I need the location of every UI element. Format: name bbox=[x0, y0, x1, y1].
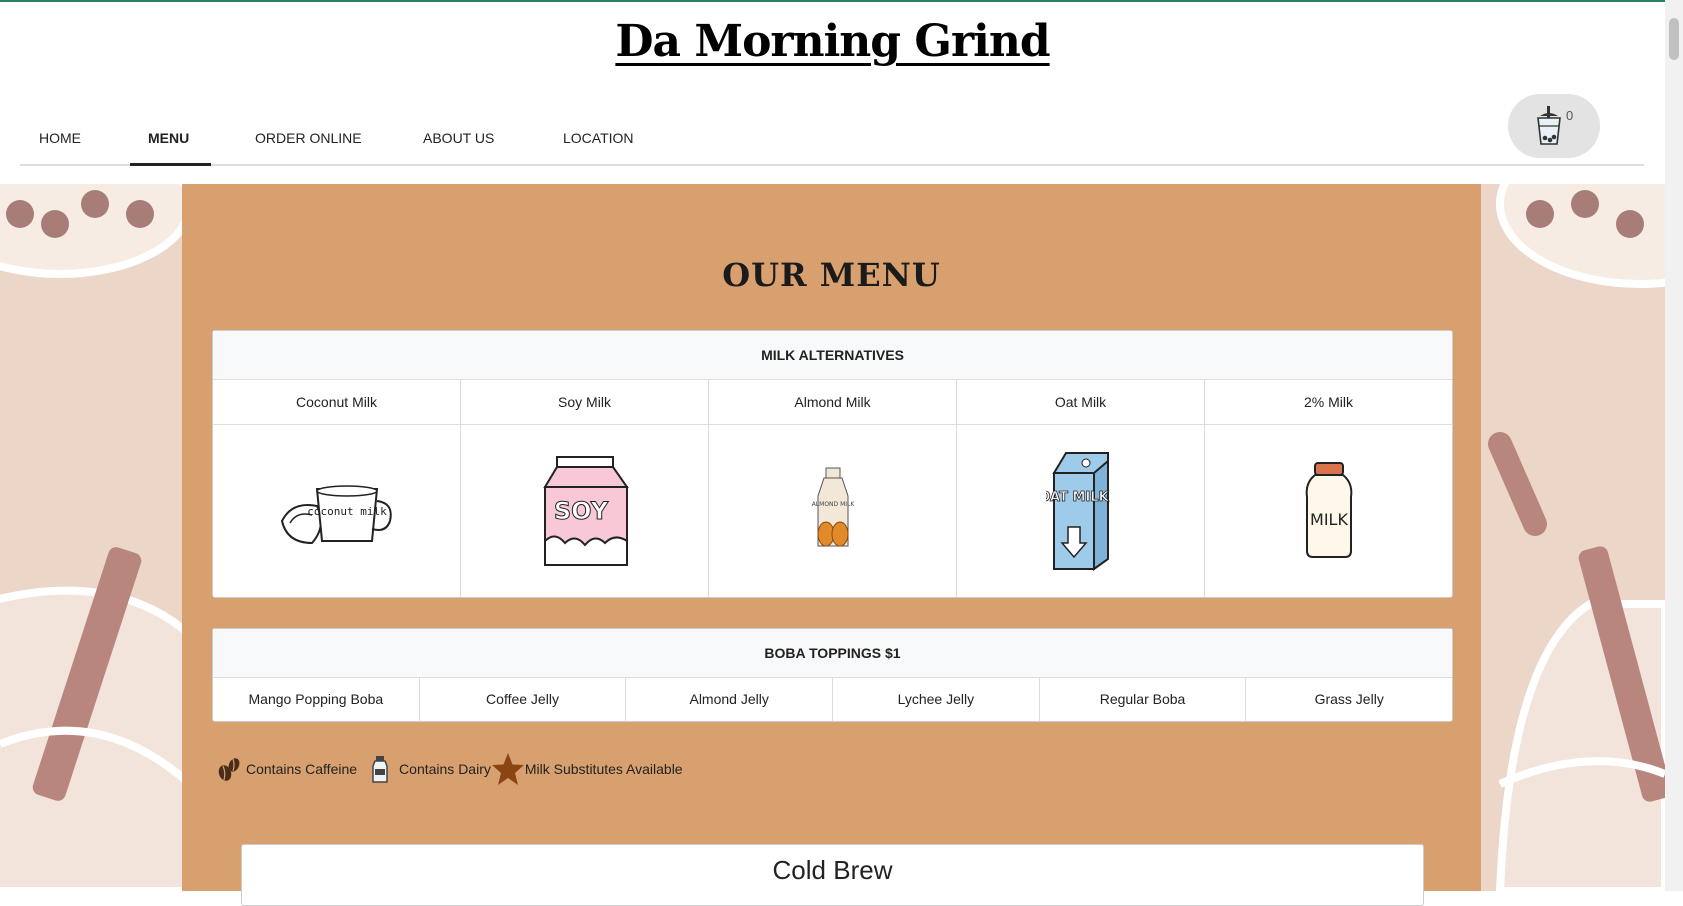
milk-bottle-icon bbox=[372, 756, 388, 783]
page-scrollbar[interactable] bbox=[1665, 0, 1683, 891]
boba-cup-icon bbox=[1537, 106, 1561, 145]
milk-alternatives-card: MILK ALTERNATIVES Coconut Milk Soy Milk … bbox=[212, 330, 1453, 598]
milk-alternatives-heading: MILK ALTERNATIVES bbox=[213, 331, 1452, 380]
nav-menu[interactable]: MENU bbox=[148, 130, 189, 146]
legend-dairy-label: Contains Dairy bbox=[399, 761, 491, 777]
star-icon bbox=[491, 753, 524, 785]
cart-count: 0 bbox=[1566, 108, 1574, 123]
site-header: Da Morning Grind HOME MENU ORDER ONLINE … bbox=[0, 2, 1665, 184]
scrollbar-thumb[interactable] bbox=[1669, 18, 1679, 60]
nav-location[interactable]: LOCATION bbox=[563, 130, 634, 146]
milk-name: 2% Milk bbox=[1204, 380, 1452, 425]
oat-milk-image: OAT MILK bbox=[956, 425, 1204, 597]
milk-images-row: coconut milk SOY ALMOND MILK OAT MILK MI… bbox=[213, 425, 1452, 597]
cart-button[interactable]: 0 bbox=[1508, 94, 1600, 158]
milk-name: Oat Milk bbox=[956, 380, 1204, 425]
legend-substitutes-label: Milk Substitutes Available bbox=[524, 761, 683, 777]
soy-milk-image: SOY bbox=[460, 425, 708, 597]
cold-brew-section: Cold Brew bbox=[241, 844, 1424, 906]
boba-toppings-card: BOBA TOPPINGS $1 Mango Popping Boba Coff… bbox=[212, 628, 1453, 722]
nav-about-us[interactable]: ABOUT US bbox=[423, 130, 494, 146]
milk-name: Coconut Milk bbox=[213, 380, 460, 425]
svg-text:coconut milk: coconut milk bbox=[307, 505, 387, 518]
toppings-row: Mango Popping Boba Coffee Jelly Almond J… bbox=[213, 678, 1452, 721]
milk-names-row: Coconut Milk Soy Milk Almond Milk Oat Mi… bbox=[213, 380, 1452, 425]
topping-item: Mango Popping Boba bbox=[248, 691, 384, 707]
svg-text:MILK: MILK bbox=[1310, 510, 1348, 529]
milk-name: Almond Milk bbox=[708, 380, 956, 425]
main-nav: HOME MENU ORDER ONLINE ABOUT US LOCATION bbox=[20, 110, 1644, 166]
svg-text:OAT MILK: OAT MILK bbox=[1046, 490, 1110, 505]
site-title[interactable]: Da Morning Grind bbox=[0, 16, 1665, 67]
menu-title: OUR MENU bbox=[722, 256, 941, 294]
cold-brew-title: Cold Brew bbox=[772, 855, 893, 885]
legend-caffeine-label: Contains Caffeine bbox=[246, 761, 358, 777]
boba-toppings-heading: BOBA TOPPINGS $1 bbox=[213, 629, 1452, 678]
topping-item: Almond Jelly bbox=[625, 678, 832, 721]
nav-home[interactable]: HOME bbox=[39, 130, 81, 146]
menu-panel: OUR MENU MILK ALTERNATIVES Coconut Milk … bbox=[182, 184, 1481, 906]
two-percent-milk-image: MILK bbox=[1204, 425, 1452, 597]
topping-item: Regular Boba bbox=[1038, 678, 1246, 721]
svg-text:SOY: SOY bbox=[553, 497, 608, 525]
topping-item: Lychee Jelly bbox=[832, 678, 1039, 721]
menu-legend: Contains Caffeine Contains Dairy Milk Su… bbox=[216, 751, 689, 787]
almond-milk-image: ALMOND MILK bbox=[708, 425, 956, 597]
topping-item: Grass Jelly bbox=[1245, 678, 1452, 721]
active-tab-indicator bbox=[130, 163, 211, 166]
coconut-milk-image: coconut milk bbox=[213, 425, 460, 597]
milk-name: Soy Milk bbox=[460, 380, 708, 425]
topping-item: Coffee Jelly bbox=[418, 678, 626, 721]
nav-order-online[interactable]: ORDER ONLINE bbox=[255, 130, 362, 146]
svg-text:ALMOND MILK: ALMOND MILK bbox=[811, 501, 855, 508]
coffee-beans-icon bbox=[218, 758, 240, 781]
